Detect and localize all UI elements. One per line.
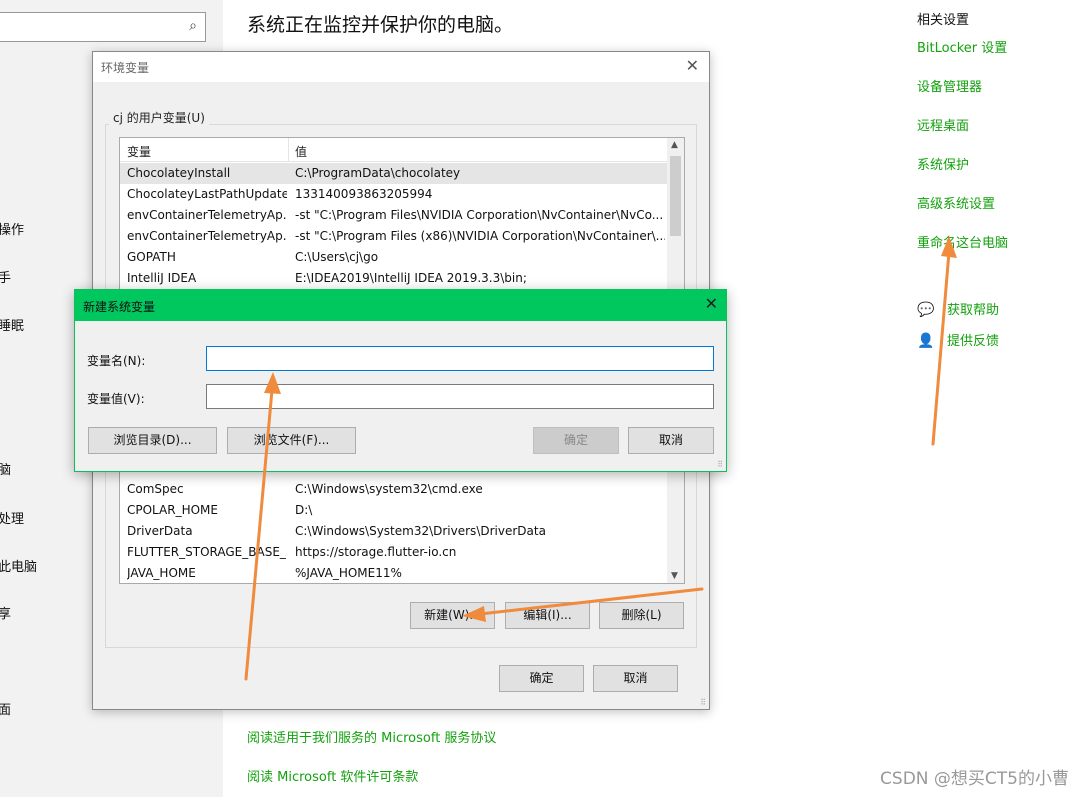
feedback-person-icon: 👤 [917, 333, 935, 349]
variable-name: CPOLAR_HOME [127, 503, 218, 517]
dialog-title: 新建系统变量 [83, 300, 156, 314]
browse-directory-button[interactable]: 浏览目录(D)... [88, 427, 217, 454]
variable-name: DriverData [127, 524, 193, 538]
variable-value: D:\ [295, 503, 313, 517]
table-row[interactable]: DriverData C:\Windows\System32\Drivers\D… [120, 521, 668, 542]
resize-grip-icon[interactable]: ⠿ [700, 698, 706, 707]
nav-item[interactable]: 此电脑 [0, 556, 37, 575]
new-system-variable-dialog: 新建系统变量 ✕ 变量名(N): 变量值(V): 浏览目录(D)... 浏览文件… [74, 289, 727, 472]
table-row[interactable]: FLUTTER_STORAGE_BASE_... https://storage… [120, 542, 668, 563]
delete-variable-button[interactable]: 删除(L) [599, 602, 684, 629]
cancel-button[interactable]: 取消 [628, 427, 714, 454]
variable-value: -st "C:\Program Files\NVIDIA Corporation… [295, 208, 664, 222]
close-icon[interactable]: ✕ [686, 56, 699, 75]
nav-item[interactable]: 处理 [0, 508, 24, 527]
ok-button[interactable]: 确定 [499, 665, 584, 692]
variable-name: envContainerTelemetryAp... [127, 208, 287, 222]
table-row[interactable]: envContainerTelemetryAp... -st "C:\Progr… [120, 205, 668, 226]
watermark: CSDN @想买CT5的小曹 [880, 769, 1069, 789]
variable-value: https://storage.flutter-io.cn [295, 545, 457, 559]
table-row[interactable]: envContainerTelemetryAp... -st "C:\Progr… [120, 226, 668, 247]
variable-name: envContainerTelemetryAp... [127, 229, 287, 243]
table-row[interactable]: ChocolateyInstall C:\ProgramData\chocola… [120, 163, 668, 184]
variable-value: C:\Users\cj\go [295, 250, 379, 264]
variable-name: JAVA_HOME [127, 566, 196, 580]
cancel-button[interactable]: 取消 [593, 665, 678, 692]
edit-variable-button[interactable]: 编辑(I)... [505, 602, 590, 629]
nav-item[interactable]: 享 [0, 603, 11, 622]
nav-item[interactable]: 脑 [0, 459, 11, 478]
advanced-system-settings-link[interactable]: 高级系统设置 [917, 193, 995, 212]
bitlocker-link[interactable]: BitLocker 设置 [917, 37, 1007, 56]
variable-name: IntelliJ IDEA [127, 271, 197, 285]
dialog-titlebar: 新建系统变量 ✕ [75, 290, 726, 321]
variable-value: 133140093863205994 [295, 187, 433, 201]
get-help-label: 获取帮助 [947, 303, 1000, 318]
scroll-thumb[interactable] [670, 156, 681, 236]
dialog-titlebar: 环境变量 ✕ [93, 52, 709, 82]
remote-desktop-link[interactable]: 远程桌面 [917, 115, 969, 134]
service-agreement-link[interactable]: 阅读适用于我们服务的 Microsoft 服务协议 [247, 727, 496, 746]
variable-name-label: 变量名(N): [87, 354, 146, 368]
variable-value-label: 变量值(V): [87, 392, 145, 406]
table-row[interactable]: ChocolateyLastPathUpdate 133140093863205… [120, 184, 668, 205]
variable-name: ComSpec [127, 482, 184, 496]
scroll-down-icon[interactable]: ▼ [671, 571, 678, 581]
device-manager-link[interactable]: 设备管理器 [917, 76, 982, 95]
table-row[interactable]: IntelliJ IDEA E:\IDEA2019\IntelliJ IDEA … [120, 268, 668, 289]
dialog-title: 环境变量 [101, 61, 150, 75]
variable-name: GOPATH [127, 250, 176, 264]
variable-name: ChocolateyLastPathUpdate [127, 187, 287, 201]
user-variables-group-label: cj 的用户变量(U) [109, 109, 209, 126]
variable-value: %JAVA_HOME11% [295, 566, 402, 580]
variable-name-input[interactable] [206, 346, 714, 371]
variable-value: -st "C:\Program Files (x86)\NVIDIA Corpo… [295, 229, 665, 243]
new-variable-button[interactable]: 新建(W)... [410, 602, 495, 629]
variable-value: E:\IDEA2019\IntelliJ IDEA 2019.3.3\bin; [295, 271, 527, 285]
browse-file-button[interactable]: 浏览文件(F)... [227, 427, 356, 454]
table-row[interactable]: JAVA_HOME %JAVA_HOME11% [120, 563, 668, 583]
ok-button[interactable]: 确定 [533, 427, 619, 454]
close-icon[interactable]: ✕ [705, 294, 718, 313]
variable-value-input[interactable] [206, 384, 714, 409]
page-headline: 系统正在监控并保护你的电脑。 [247, 14, 514, 36]
list-header: 变量 值 [120, 138, 668, 162]
nav-item[interactable]: 睡眠 [0, 315, 24, 334]
search-box[interactable]: ⌕ [0, 12, 206, 42]
nav-item[interactable]: 手 [0, 267, 11, 286]
column-header-value[interactable]: 值 [295, 143, 307, 160]
scroll-up-icon[interactable]: ▲ [671, 140, 678, 150]
feedback-link[interactable]: 👤 提供反馈 [917, 330, 999, 349]
help-chat-icon: 💬 [917, 302, 935, 318]
table-row[interactable]: ComSpec C:\Windows\system32\cmd.exe [120, 479, 668, 500]
get-help-link[interactable]: 💬 获取帮助 [917, 299, 999, 318]
variable-name: ChocolateyInstall [127, 166, 231, 180]
column-separator[interactable] [288, 138, 289, 162]
nav-item[interactable]: 面 [0, 699, 11, 718]
screen: ⌕ 操作 手 睡眠 脑 处理 此电脑 享 面 系统正在监控并保护你的电脑。 阅读… [0, 0, 1085, 797]
rename-pc-link[interactable]: 重命名这台电脑 [917, 232, 1008, 251]
search-icon[interactable]: ⌕ [189, 18, 197, 34]
variable-value: C:\Windows\System32\Drivers\DriverData [295, 524, 546, 538]
nav-item[interactable]: 操作 [0, 219, 24, 238]
variable-name: FLUTTER_STORAGE_BASE_... [127, 545, 287, 559]
resize-grip-icon[interactable]: ⠿ [717, 460, 723, 469]
license-terms-link[interactable]: 阅读 Microsoft 软件许可条款 [247, 766, 418, 785]
variable-value: C:\ProgramData\chocolatey [295, 166, 461, 180]
table-row[interactable]: GOPATH C:\Users\cj\go [120, 247, 668, 268]
system-protection-link[interactable]: 系统保护 [917, 154, 969, 173]
variable-value: C:\Windows\system32\cmd.exe [295, 482, 483, 496]
column-header-variable[interactable]: 变量 [127, 143, 151, 160]
table-row[interactable]: CPOLAR_HOME D:\ [120, 500, 668, 521]
feedback-label: 提供反馈 [947, 334, 1000, 349]
related-settings-title: 相关设置 [917, 13, 970, 28]
